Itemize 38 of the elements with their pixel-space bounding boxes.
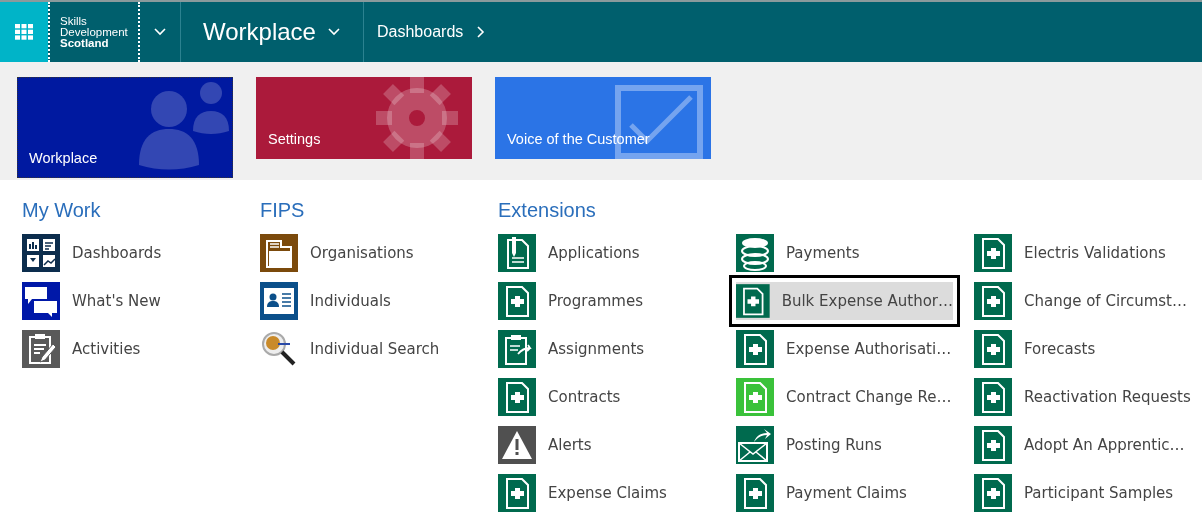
nav-item[interactable]: Individual Search — [260, 330, 477, 368]
nav-item[interactable]: Expense Claims — [498, 474, 715, 512]
nav-item[interactable]: Individuals — [260, 282, 477, 320]
nav-item[interactable]: Participant Samples — [974, 474, 1191, 512]
chevron-right-icon — [477, 26, 486, 38]
app-tile[interactable]: Workplace — [17, 77, 233, 178]
nav-item[interactable]: Expense Authorisati… — [736, 330, 953, 368]
nav-item[interactable]: Forecasts — [974, 330, 1191, 368]
nav-item[interactable]: Assignments — [498, 330, 715, 368]
nav-item[interactable]: Applications — [498, 234, 715, 272]
app-tile[interactable]: Voice of the Customer — [495, 77, 711, 159]
nav-item[interactable]: Contracts — [498, 378, 715, 416]
section-heading: FIPS — [260, 198, 306, 222]
gear-icon — [376, 77, 458, 159]
nav-item[interactable]: What's New — [22, 282, 239, 320]
nav-item[interactable]: Activities — [22, 330, 239, 368]
nav-item[interactable]: Electris Validations — [974, 234, 1191, 272]
breadcrumb-button[interactable]: Dashboards — [364, 2, 486, 62]
nav-item[interactable]: Contract Change Re… — [736, 378, 953, 416]
nav-item[interactable]: Dashboards — [22, 234, 239, 272]
nav-item[interactable]: Payments — [736, 234, 953, 272]
app-tile[interactable]: Settings — [256, 77, 472, 159]
chevron-down-icon — [327, 28, 340, 36]
nav-item[interactable]: Alerts — [498, 426, 715, 464]
nav-item[interactable]: Payment Claims — [736, 474, 953, 512]
nav-item[interactable]: Organisations — [260, 234, 477, 272]
app-launcher-button[interactable] — [0, 2, 48, 62]
chevron-down-icon — [154, 28, 166, 36]
nav-item[interactable]: Bulk Expense Author… — [736, 282, 953, 320]
app-grid-icon — [15, 24, 33, 40]
section-heading: Extensions — [498, 198, 597, 222]
nav-item[interactable]: Posting Runs — [736, 426, 953, 464]
nav-item[interactable]: Adopt An Apprentic… — [974, 426, 1191, 464]
nav-item[interactable]: Programmes — [498, 282, 715, 320]
nav-item[interactable]: Change of Circumst… — [974, 282, 1191, 320]
nav-item[interactable]: Reactivation Requests — [974, 378, 1191, 416]
section-heading: My Work — [22, 198, 102, 222]
area-menu-button[interactable]: Workplace — [181, 2, 363, 62]
